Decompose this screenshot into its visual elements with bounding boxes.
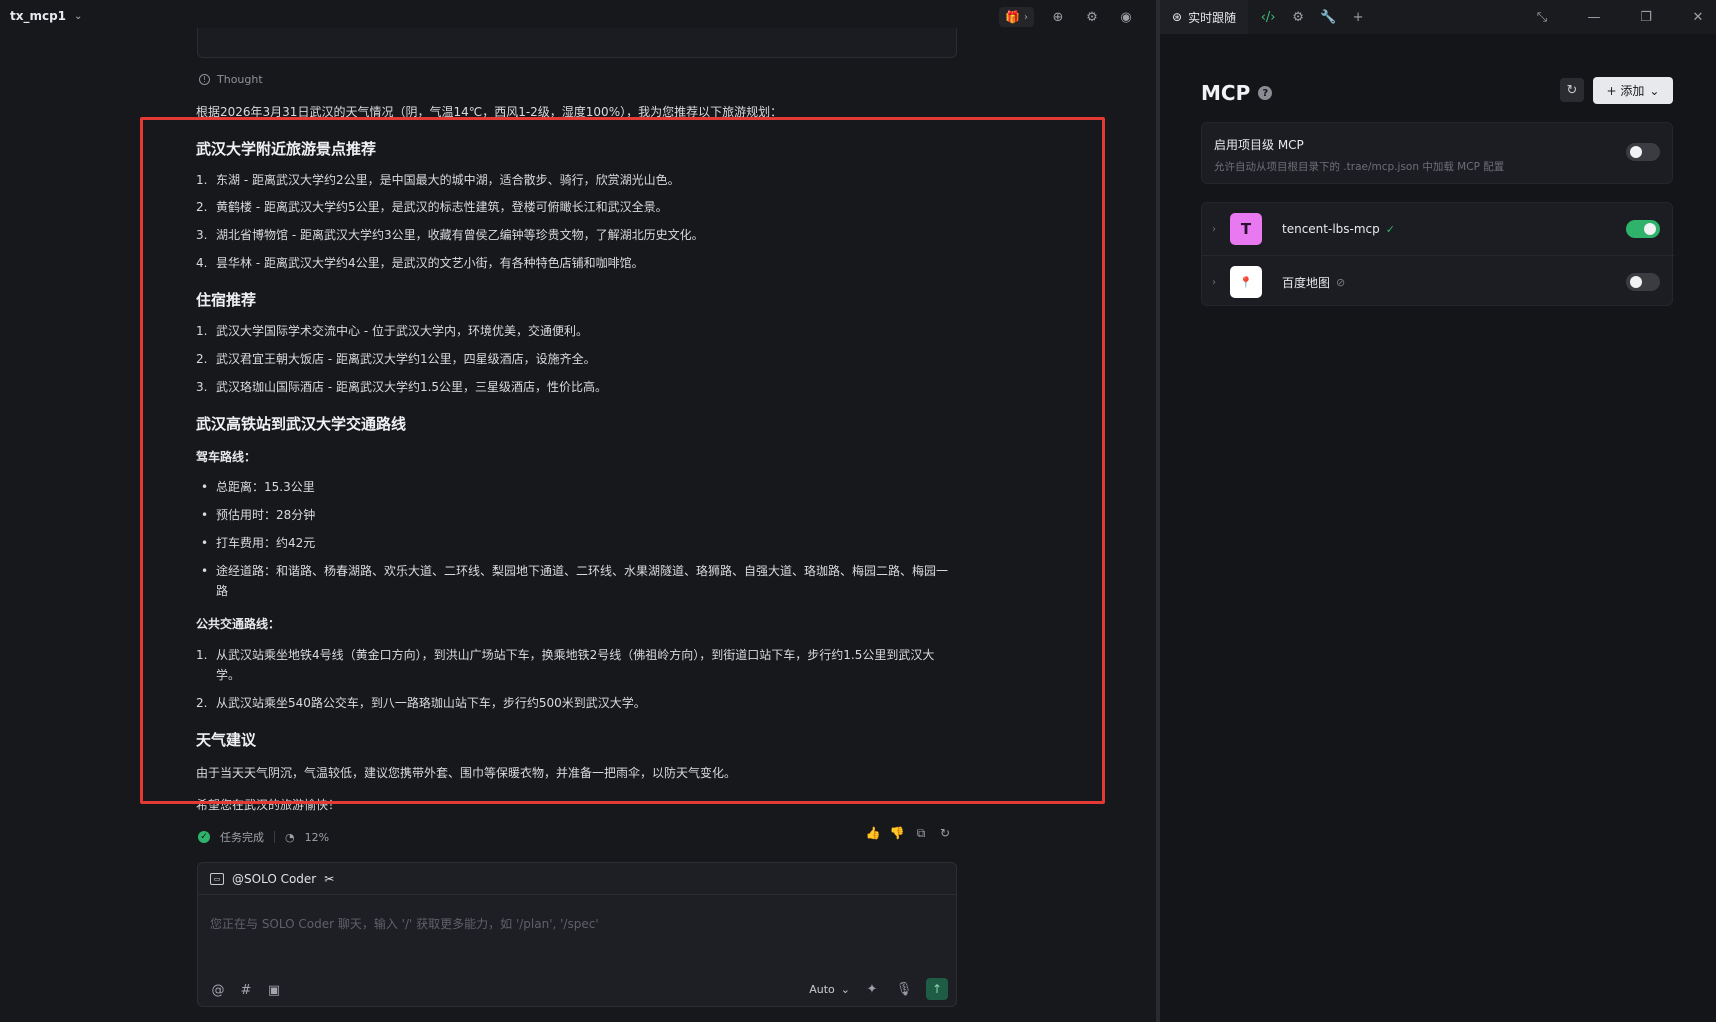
mcp-server-list: › T tencent-lbs-mcp ✓ › 📍 百度地图 ⊘ — [1201, 202, 1674, 308]
thought-label: Thought — [217, 73, 263, 86]
task-status: ✓ 任务完成 ◔ 12% — [198, 829, 329, 845]
server-avatar: T — [1230, 213, 1262, 245]
refresh-button[interactable]: ↻ — [1560, 78, 1584, 102]
tools-icon: ✂ — [324, 871, 335, 886]
progress-value: 12% — [304, 830, 330, 844]
add-button[interactable]: + 添加 ⌄ — [1593, 77, 1673, 104]
list-item: 2. 从武汉站乘坐540路公交车，到八一路珞珈山站下车，步行约500米到武汉大学。 — [196, 696, 646, 710]
restore-icon[interactable]: ❐ — [1636, 7, 1656, 27]
send-button[interactable]: ↑ — [926, 978, 948, 1000]
follow-icon: ⊛ — [1172, 10, 1183, 24]
list-item: 3. 湖北省博物馆 - 距离武汉大学约3公里，收藏有曾侯乙编钟等珍贵文物，了解湖北… — [196, 228, 704, 242]
chevron-down-icon: ⌄ — [74, 10, 83, 22]
chevron-right-icon[interactable]: › — [1212, 277, 1216, 288]
thumbs-up-icon[interactable]: 👍 — [866, 826, 881, 840]
settings-icon[interactable]: ⚙ — [1082, 7, 1102, 27]
message-intro: 根据2026年3月31日武汉的天气情况（阴，气温14℃，西风1-2级，湿度100… — [196, 105, 783, 119]
retry-icon[interactable]: ↻ — [938, 826, 952, 840]
chevron-down-icon: ⌄ — [840, 982, 850, 996]
plus-icon[interactable]: + — [1348, 7, 1368, 27]
list-item: 1. 武汉大学国际学术交流中心 - 位于武汉大学内，环境优美，交通便利。 — [196, 324, 588, 338]
mention-icon[interactable]: @ — [210, 982, 226, 998]
previous-tool-output — [197, 28, 957, 58]
info-icon: ! — [199, 74, 210, 85]
baidu-map-icon: 📍 — [1230, 266, 1262, 298]
section-title-attractions: 武汉大学附近旅游景点推荐 — [196, 140, 377, 158]
chat-input[interactable]: 您正在与 SOLO Coder 聊天，输入 '/' 获取更多能力，如 '/pla… — [210, 915, 599, 932]
chat-pane: tx_mcp1 ⌄ 🎁 › ⊕ ⚙ ◉ ! Thought 根据2026年3月3… — [0, 0, 1156, 1022]
section-title-hotels: 住宿推荐 — [196, 291, 257, 309]
list-item: 1. 从武汉站乘坐地铁4号线（黄金口方向），到洪山广场站下车，换乘地铁2号线（佛祖… — [196, 648, 935, 682]
server-toggle[interactable] — [1626, 220, 1660, 238]
drive-label: 驾车路线： — [196, 450, 257, 464]
check-circle-icon: ✓ — [198, 831, 210, 843]
thumbs-down-icon[interactable]: 👎 — [890, 826, 905, 840]
model-selector[interactable]: Auto ⌄ — [809, 983, 850, 996]
right-topbar: ⊛ 实时跟随 ‹/› ⚙ 🔧 + ⤡ — ❐ ✕ — [1160, 0, 1716, 34]
list-item: 4. 昙华林 - 距离武汉大学约4公里，是武汉的文艺小街，有各种特色店铺和咖啡馆。 — [196, 256, 644, 270]
check-icon: ✓ — [1385, 222, 1395, 236]
mcp-server-row[interactable]: › T tencent-lbs-mcp ✓ — [1202, 203, 1674, 255]
section-title-weather: 天气建议 — [196, 731, 257, 749]
spinner-icon: ◔ — [285, 830, 295, 844]
list-item: 1. 东湖 - 距离武汉大学约2公里，是中国最大的城中湖，适合散步、骑行，欣赏湖光… — [196, 173, 680, 187]
list-item: 3. 武汉珞珈山国际酒店 - 距离武汉大学约1.5公里，三星级酒店，性价比高。 — [196, 380, 608, 394]
chevron-right-icon[interactable]: › — [1212, 224, 1216, 235]
project-mcp-title: 启用项目级 MCP — [1214, 138, 1304, 152]
list-item: • 预估用时：28分钟 — [201, 508, 316, 522]
thought-toggle[interactable]: ! Thought — [199, 73, 263, 86]
wrench-icon[interactable]: 🔧 — [1318, 7, 1338, 27]
disabled-icon: ⊘ — [1336, 275, 1346, 289]
chevron-right-icon: › — [1024, 11, 1028, 23]
account-icon[interactable]: ◉ — [1116, 7, 1136, 27]
collapse-icon[interactable]: ⤡ — [1532, 7, 1552, 27]
list-item: 2. 黄鹤楼 - 距离武汉大学约5公里，是武汉的标志性建筑，登楼可俯瞰长江和武汉全… — [196, 200, 668, 214]
sparkle-icon[interactable]: ✦ — [862, 979, 882, 999]
image-icon[interactable]: ▣ — [266, 982, 282, 998]
copy-icon[interactable]: ⧉ — [914, 826, 928, 840]
transit-label: 公共交通路线： — [196, 617, 281, 631]
gift-button[interactable]: 🎁 › — [999, 7, 1034, 27]
close-icon[interactable]: ✕ — [1688, 7, 1708, 27]
server-name: tencent-lbs-mcp — [1282, 222, 1380, 236]
list-item: 2. 武汉君宜王朝大饭店 - 距离武汉大学约1公里，四星级酒店，设施齐全。 — [196, 352, 596, 366]
agent-name: @SOLO Coder — [232, 871, 317, 886]
minimize-icon[interactable]: — — [1584, 7, 1604, 27]
project-name: tx_mcp1 — [10, 9, 67, 23]
help-icon[interactable]: ? — [1258, 86, 1273, 100]
code-icon[interactable]: ‹/› — [1258, 7, 1278, 27]
mcp-server-row[interactable]: › 📍 百度地图 ⊘ — [1202, 256, 1674, 308]
tab-live-follow[interactable]: ⊛ 实时跟随 — [1160, 0, 1249, 34]
project-selector[interactable]: tx_mcp1 ⌄ — [10, 9, 82, 23]
project-mcp-desc: 允许自动从项目根目录下的 .trae/mcp.json 中加载 MCP 配置 — [1214, 161, 1505, 173]
project-mcp-card: 启用项目级 MCP 允许自动从项目根目录下的 .trae/mcp.json 中加… — [1201, 122, 1673, 184]
hash-icon[interactable]: # — [238, 982, 254, 998]
closing-text: 希望您在武汉的旅游愉快！ — [196, 798, 341, 812]
mcp-pane: ⊛ 实时跟随 ‹/› ⚙ 🔧 + ⤡ — ❐ ✕ MCP ? ↻ + 添加 ⌄ … — [1160, 0, 1716, 1022]
gift-icon: 🎁 — [1005, 10, 1020, 24]
refresh-icon: ↻ — [1566, 82, 1578, 98]
mcp-title: MCP ? — [1201, 81, 1273, 105]
project-mcp-toggle[interactable] — [1626, 143, 1660, 161]
chat-composer: ▭ @SOLO Coder ✂ 您正在与 SOLO Coder 聊天，输入 '/… — [197, 862, 957, 1007]
microphone-icon[interactable]: 🎙 — [894, 979, 914, 999]
new-chat-icon[interactable]: ⊕ — [1048, 7, 1068, 27]
agent-icon: ▭ — [210, 872, 224, 885]
chevron-down-icon: ⌄ — [1649, 83, 1660, 98]
message-actions: 👍 👎 ⧉ ↻ — [866, 826, 952, 841]
settings-icon[interactable]: ⚙ — [1288, 7, 1308, 27]
server-toggle[interactable] — [1626, 273, 1660, 291]
list-item: • 途经道路：和谐路、杨春湖路、欢乐大道、二环线、梨园地下通道、二环线、水果湖隧道… — [201, 564, 949, 598]
weather-advice: 由于当天天气阴沉，气温较低，建议您携带外套、围巾等保暖衣物，并准备一把雨伞，以防… — [196, 766, 737, 780]
task-done-label: 任务完成 — [220, 831, 264, 844]
list-item: • 总距离：15.3公里 — [201, 480, 315, 494]
agent-selector[interactable]: ▭ @SOLO Coder ✂ — [198, 863, 956, 895]
server-name: 百度地图 — [1282, 275, 1331, 290]
list-item: • 打车费用：约42元 — [201, 536, 316, 550]
section-title-transport: 武汉高铁站到武汉大学交通路线 — [196, 415, 407, 433]
